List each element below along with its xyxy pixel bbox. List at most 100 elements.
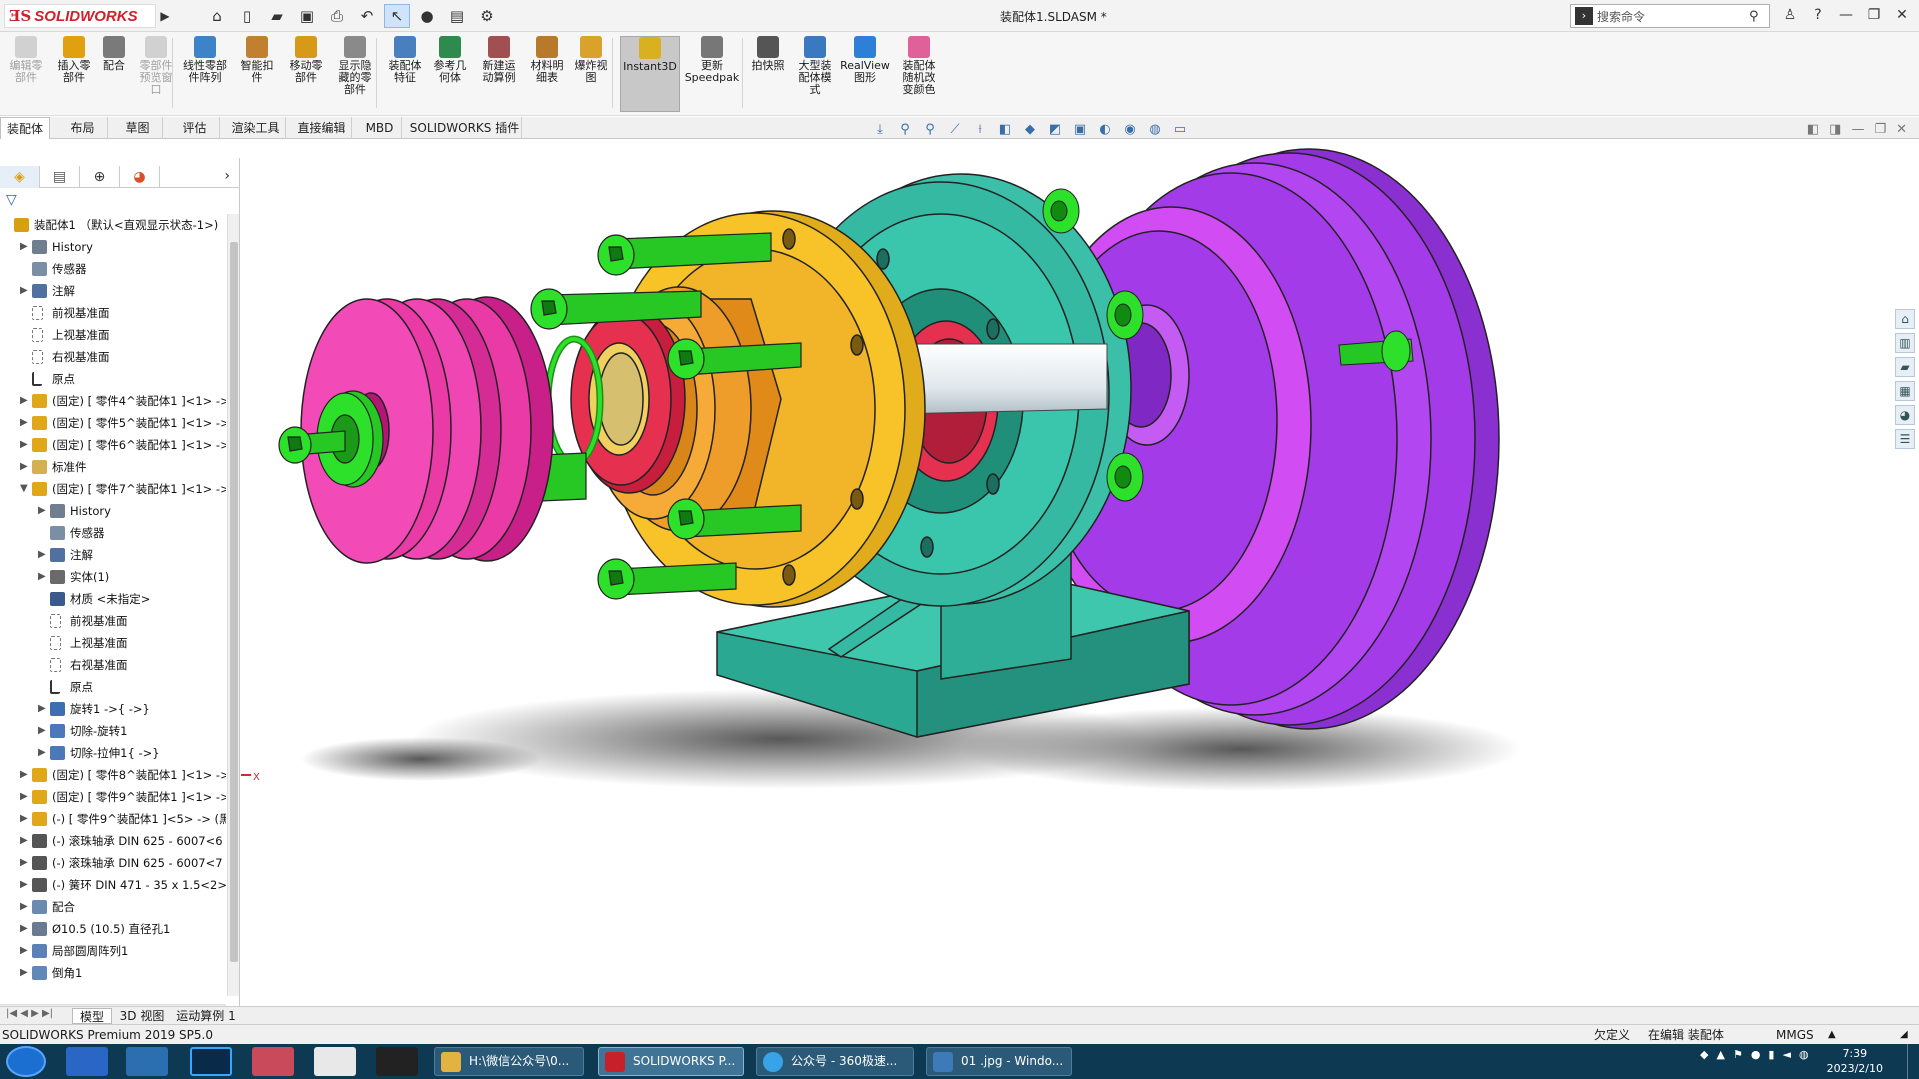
expand-toggle-icon[interactable]: ▶ — [20, 236, 30, 258]
print-icon[interactable]: ⎙ — [324, 4, 350, 28]
large-assembly-button[interactable]: 大型装 配体模式 — [794, 36, 836, 112]
hide-show-items-icon[interactable]: ◩ — [1045, 122, 1065, 138]
save-icon[interactable]: ▣ — [294, 4, 320, 28]
tree-item[interactable]: 装配体1 （默认<直观显示状态-1>) — [0, 214, 226, 236]
magnifier-icon[interactable]: ⚲ — [1749, 9, 1769, 24]
file-properties-icon[interactable]: ▤ — [444, 4, 470, 28]
tab-render-tools[interactable]: 渲染工具 — [226, 117, 286, 139]
assembly-feature-button[interactable]: 装配体 特征 — [384, 36, 426, 112]
instant3d-button[interactable]: Instant3D — [620, 36, 680, 112]
search-box[interactable]: › 搜索命令 ⚲ — [1570, 4, 1770, 28]
tree-item[interactable]: ▶ 注解 — [0, 544, 226, 566]
bom-button[interactable]: 材料明 细表 — [526, 36, 568, 112]
panel-more-icon[interactable]: › — [224, 168, 230, 184]
photoshop-icon[interactable] — [190, 1047, 232, 1076]
tree-item[interactable]: ▶ 倒角1 — [0, 962, 226, 984]
expand-toggle-icon[interactable]: ▶ — [20, 764, 30, 786]
expand-toggle-icon[interactable]: ▶ — [20, 280, 30, 302]
tab-model[interactable]: 模型 — [72, 1008, 112, 1024]
solidworks-logo[interactable]: ƎS SOLIDWORKS — [4, 4, 156, 28]
tree-item[interactable]: ▶ History — [0, 236, 226, 258]
tree-item[interactable]: ▶ (-) 滚珠轴承 DIN 625 - 6007<6 — [0, 830, 226, 852]
tree-item[interactable]: 上视基准面 — [0, 324, 226, 346]
viewport-close-icon[interactable]: ✕ — [1896, 122, 1907, 137]
view-settings-icon[interactable]: ◉ — [1120, 122, 1140, 138]
tree-item[interactable]: 传感器 — [0, 522, 226, 544]
appearances-icon[interactable]: ◕ — [1895, 405, 1915, 425]
select-cursor-icon[interactable]: ↖ — [384, 4, 410, 28]
tree-item[interactable]: 上视基准面 — [0, 632, 226, 654]
tab-3d-views[interactable]: 3D 视图 — [116, 1008, 168, 1024]
taskbar-solidworks-window[interactable]: SOLIDWORKS P... — [598, 1047, 744, 1076]
tab-layout[interactable]: 布局 — [58, 117, 108, 139]
dynamic-annotation-icon[interactable]: ⟊ — [970, 122, 990, 138]
edit-part-button[interactable]: 编辑零 部件 — [6, 36, 46, 112]
tray-flag-icon[interactable]: ⚑ — [1733, 1048, 1743, 1061]
tree-item[interactable]: ▶ 标准件 — [0, 456, 226, 478]
tree-item[interactable]: ▼ (固定) [ 零件7^装配体1 ]<1> -> — [0, 478, 226, 500]
expand-toggle-icon[interactable]: ▶ — [20, 456, 30, 478]
expand-toggle-icon[interactable]: ▶ — [38, 500, 48, 522]
viewport-minimize-icon[interactable]: — — [1851, 122, 1864, 137]
expand-toggle-icon[interactable]: ▶ — [20, 852, 30, 874]
tree-item[interactable]: ▶ (固定) [ 零件4^装配体1 ]<1> -> — [0, 390, 226, 412]
taskbar-explorer-window[interactable]: H:\微信公众号\0... — [434, 1047, 584, 1076]
monitor-icon[interactable]: ▭ — [1170, 122, 1190, 138]
zoom-to-fit-icon[interactable]: ⤓ — [870, 122, 890, 138]
expand-toggle-icon[interactable]: ▶ — [38, 566, 48, 588]
right-end-bolt-head[interactable] — [1381, 330, 1411, 372]
expand-toggle-icon[interactable]: ▶ — [38, 698, 48, 720]
show-desktop-button[interactable] — [1907, 1044, 1919, 1079]
feature-manager-tab[interactable]: ◈ — [0, 166, 40, 188]
tab-sketch[interactable]: 草图 — [113, 117, 163, 139]
tree-item[interactable]: ▶ 注解 — [0, 280, 226, 302]
tree-item[interactable]: ▶ 旋转1 ->{ ->} — [0, 698, 226, 720]
expand-toggle-icon[interactable]: ▶ — [20, 830, 30, 852]
assembly-model[interactable]: Y X Z — [241, 139, 1919, 1006]
undo-icon[interactable]: ↶ — [354, 4, 380, 28]
component-preview-button[interactable]: 零部件 预览窗口 — [136, 36, 176, 112]
viewport-prev-icon[interactable]: ◧ — [1807, 122, 1819, 137]
solidworks-resources-icon[interactable]: ⌂ — [1895, 309, 1915, 329]
tree-item[interactable]: 前视基准面 — [0, 302, 226, 324]
tree-vertical-scrollbar[interactable] — [227, 214, 239, 996]
expand-toggle-icon[interactable]: ▼ — [20, 478, 30, 500]
tree-item[interactable]: ▶ (-) 滚珠轴承 DIN 625 - 6007<7 — [0, 852, 226, 874]
start-button[interactable] — [6, 1046, 46, 1077]
insert-component-button[interactable]: 插入零 部件 — [52, 36, 96, 112]
expand-toggle-icon[interactable]: ▶ — [20, 786, 30, 808]
custom-properties-icon[interactable]: ☰ — [1895, 429, 1915, 449]
design-library-icon[interactable]: ▥ — [1895, 333, 1915, 353]
tab-solidworks-addins[interactable]: SOLIDWORKS 插件 — [408, 117, 522, 139]
expand-toggle-icon[interactable]: ▶ — [20, 412, 30, 434]
edit-appearance-icon[interactable]: ▣ — [1070, 122, 1090, 138]
baidu-netdisk-icon[interactable] — [66, 1047, 108, 1076]
minimize-button[interactable]: — — [1835, 4, 1857, 26]
tree-item[interactable]: ▶ Ø10.5 (10.5) 直径孔1 — [0, 918, 226, 940]
reference-geometry-button[interactable]: 参考几 何体 — [428, 36, 472, 112]
ball-bearing[interactable] — [570, 304, 686, 494]
expand-toggle-icon[interactable]: ▶ — [20, 940, 30, 962]
tray-shield-icon[interactable]: ◆ — [1700, 1048, 1708, 1061]
previous-view-icon[interactable]: ⚲ — [920, 122, 940, 138]
tab-evaluate[interactable]: 评估 — [170, 117, 220, 139]
tree-item[interactable]: ▶ 切除-拉伸1{ ->} — [0, 742, 226, 764]
update-speedpak-button[interactable]: 更新 Speedpak — [684, 36, 740, 112]
expand-toggle-icon[interactable]: ▶ — [20, 390, 30, 412]
tab-motion-study[interactable]: 运动算例 1 — [172, 1008, 240, 1024]
new-motion-study-button[interactable]: 新建运 动算例 — [476, 36, 522, 112]
expand-toggle-icon[interactable]: ▶ — [20, 808, 30, 830]
tray-volume-icon[interactable]: ◄ — [1782, 1048, 1790, 1061]
tray-network-icon[interactable]: ▮ — [1768, 1048, 1774, 1061]
taskbar-browser-window[interactable]: 公众号 - 360极速... — [756, 1047, 914, 1076]
tree-item[interactable]: ▶ (固定) [ 零件9^装配体1 ]<1> -> — [0, 786, 226, 808]
mate-button[interactable]: 配合 — [96, 36, 132, 112]
expand-toggle-icon[interactable]: ▶ — [38, 720, 48, 742]
tray-arrow-icon[interactable]: ▲ — [1716, 1048, 1724, 1061]
new-document-icon[interactable]: ▯ — [234, 4, 260, 28]
display-manager-tab[interactable]: ◕ — [120, 166, 160, 188]
tab-scroll-arrows-icon[interactable]: |◀ ◀ ▶ ▶| — [6, 1008, 53, 1019]
screenshot-tool-icon[interactable] — [314, 1047, 356, 1076]
open-icon[interactable]: ▰ — [264, 4, 290, 28]
expand-toggle-icon[interactable]: ▶ — [38, 544, 48, 566]
